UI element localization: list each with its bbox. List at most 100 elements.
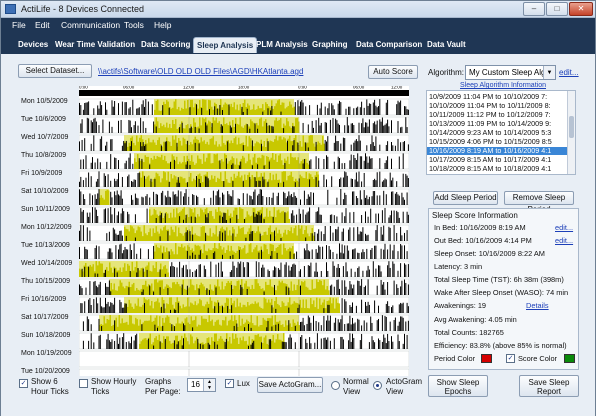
sleep-score-bar: [260, 173, 262, 187]
sleep-score-bar: [107, 270, 109, 277]
menu-help[interactable]: Help: [154, 20, 171, 30]
activity-count-bar: [385, 179, 387, 187]
activity-count-bar: [352, 123, 353, 133]
actogram-view-radio[interactable]: [373, 381, 382, 390]
close-button[interactable]: ✕: [569, 2, 593, 16]
sleep-episode-item[interactable]: 10/9/2009 11:04 PM to 10/10/2009 7:: [427, 93, 567, 101]
tab-sleep-analysis[interactable]: Sleep Analysis: [193, 37, 258, 53]
activity-count-bar: [344, 324, 346, 331]
algorithm-edit-link[interactable]: edit...: [559, 68, 579, 77]
activity-count-bar: [93, 135, 95, 151]
activity-count-bar: [404, 333, 405, 349]
sleep-score-bar: [251, 174, 253, 187]
graphs-per-page-spinner[interactable]: 16 ▲ ▼: [187, 378, 216, 392]
scrollbar[interactable]: [567, 91, 575, 174]
sleep-score-bar: [156, 156, 158, 169]
sleep-score-bar: [125, 270, 127, 277]
activity-count-bar: [318, 158, 320, 169]
sleep-episode-item[interactable]: 10/15/2009 4:06 PM to 10/15/2009 8:5: [427, 138, 567, 146]
maximize-button[interactable]: □: [546, 2, 568, 16]
tab-wear-time-validation[interactable]: Wear Time Validation: [52, 37, 138, 53]
activity-count-bar: [352, 178, 353, 187]
activity-count-bar: [340, 143, 342, 151]
activity-count-bar: [359, 340, 361, 349]
algorithm-select[interactable]: My Custom Sleep Algo ▼: [465, 65, 556, 80]
activity-count-bar: [310, 343, 312, 349]
normal-view-radio[interactable]: [331, 381, 340, 390]
auto-score-button[interactable]: Auto Score: [368, 65, 418, 79]
show-hourly-ticks-checkbox[interactable]: [79, 379, 88, 388]
tab-data-vault[interactable]: Data Vault: [424, 37, 469, 53]
menu-tools[interactable]: Tools: [124, 20, 144, 30]
sleep-episode-item[interactable]: 10/17/2009 8:15 AM to 10/17/2009 4:1: [427, 156, 567, 164]
sleep-episode-item[interactable]: 10/18/2009 8:15 AM to 10/18/2009 4:1: [427, 165, 567, 173]
sleep-score-bar: [277, 233, 279, 241]
sleep-score-bar: [163, 322, 165, 331]
tab-plm-analysis[interactable]: PLM Analysis: [253, 37, 311, 53]
sleep-score-bar: [322, 285, 324, 295]
spinner-arrows-icon[interactable]: ▲ ▼: [203, 379, 215, 391]
activity-count-bar: [289, 334, 291, 349]
in-bed-edit-link[interactable]: edit...: [555, 223, 573, 232]
efficiency-value: Efficiency: 83.8% (above 85% is normal): [434, 341, 567, 350]
sleep-score-bar: [223, 340, 225, 349]
activity-count-bar: [150, 178, 152, 187]
sleep-algorithm-info-link[interactable]: Sleep Algorithm Information: [460, 82, 546, 89]
sleep-episode-item[interactable]: 10/16/2009 8:19 AM to 10/16/2009 4:1: [427, 147, 567, 155]
sleep-episode-item[interactable]: 10/10/2009 11:04 PM to 10/11/2009 8:: [427, 102, 567, 110]
remove-sleep-period-button[interactable]: Remove Sleep Period: [504, 191, 574, 214]
sleep-score-bar: [203, 226, 205, 241]
activity-count-bar: [326, 339, 327, 349]
sleep-score-bar: [205, 343, 207, 349]
sleep-score-bar: [239, 177, 241, 187]
activity-count-bar: [123, 211, 125, 223]
sleep-episode-item[interactable]: 10/13/2009 11:09 PM to 10/14/2009 9:: [427, 120, 567, 128]
show-sleep-epochs-button[interactable]: Show Sleep Epochs: [428, 375, 488, 397]
activity-count-bar: [313, 315, 314, 331]
sleep-score-bar: [196, 127, 198, 133]
activity-count-bar: [305, 250, 307, 259]
tab-data-scoring[interactable]: Data Scoring: [138, 37, 193, 53]
menu-file[interactable]: File: [12, 20, 26, 30]
activity-count-bar: [406, 230, 408, 241]
sleep-score-bar: [325, 308, 327, 313]
tab-graphing[interactable]: Graphing: [309, 37, 351, 53]
score-color-checkbox[interactable]: ✓: [506, 354, 515, 363]
tab-devices[interactable]: Devices: [15, 37, 51, 53]
sleep-score-bar: [273, 325, 275, 331]
activity-count-bar: [350, 144, 352, 151]
save-sleep-report-button[interactable]: Save Sleep Report: [519, 375, 579, 397]
activity-count-bar: [171, 262, 173, 277]
sleep-episode-item[interactable]: 10/11/2009 11:12 PM to 10/12/2009 7:: [427, 111, 567, 119]
sleep-score-bar: [226, 123, 228, 133]
dataset-path-link[interactable]: \\actifs\Software\OLD OLD OLD Files\AGD\…: [98, 67, 303, 76]
activity-count-bar: [348, 125, 350, 133]
minimize-button[interactable]: –: [523, 2, 545, 16]
sleep-episodes-list[interactable]: 10/9/2009 11:04 PM to 10/10/2009 7: 10/10…: [426, 90, 576, 175]
out-bed-edit-link[interactable]: edit...: [555, 236, 573, 245]
sleep-episode-item[interactable]: 10/14/2009 9:23 AM to 10/14/2009 5:3: [427, 129, 567, 137]
sleep-score-bar: [108, 319, 110, 331]
menu-edit[interactable]: Edit: [35, 20, 50, 30]
select-dataset-button[interactable]: Select Dataset...: [18, 64, 92, 78]
details-link[interactable]: Details: [526, 301, 549, 310]
activity-count-bar: [363, 127, 365, 133]
activity-count-bar: [280, 111, 282, 115]
activity-count-bar: [121, 145, 123, 151]
activity-count-bar: [149, 164, 151, 169]
save-actogram-button[interactable]: Save ActoGram...: [257, 377, 323, 393]
sleep-score-bar: [167, 272, 169, 277]
add-sleep-period-button[interactable]: Add Sleep Period: [433, 191, 498, 205]
sleep-score-bar: [284, 108, 286, 115]
sleep-score-bar: [259, 336, 261, 349]
period-color-swatch[interactable]: [481, 354, 492, 363]
sleep-score-bar: [206, 141, 208, 151]
menu-communication[interactable]: Communication: [61, 20, 120, 30]
tab-data-comparison[interactable]: Data Comparison: [353, 37, 425, 53]
sleep-score-bar: [172, 282, 174, 295]
lux-checkbox[interactable]: ✓: [225, 379, 234, 388]
score-color-swatch[interactable]: [564, 354, 575, 363]
scrollbar-thumb[interactable]: [569, 116, 574, 138]
show-6-hour-ticks-checkbox[interactable]: ✓: [19, 379, 28, 388]
sleep-score-bar: [176, 236, 178, 241]
